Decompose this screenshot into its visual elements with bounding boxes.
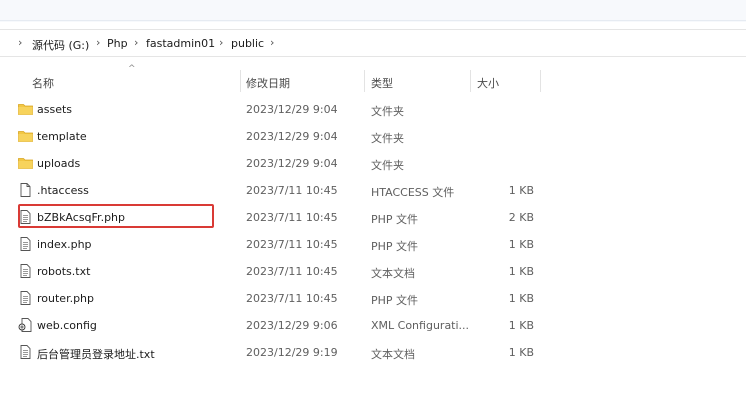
breadcrumb-chevron-icon[interactable]: › xyxy=(270,36,274,49)
file-size: 1 KB xyxy=(508,319,534,332)
sort-ascending-icon: ^ xyxy=(128,64,136,74)
file-row[interactable]: 后台管理员登录地址.txt 2023/12/29 9:19 文本文档 1 KB xyxy=(0,339,560,366)
file-date: 2023/7/11 10:45 xyxy=(246,292,338,305)
file-type: 文本文档 xyxy=(371,348,415,361)
file-name: 后台管理员登录地址.txt xyxy=(37,348,155,361)
column-header-name[interactable]: 名称 xyxy=(32,75,54,91)
breadcrumb-chevron-icon[interactable]: › xyxy=(134,36,138,49)
file-date: 2023/7/11 10:45 xyxy=(246,211,338,224)
file-type: 文件夹 xyxy=(371,159,404,172)
column-header-size[interactable]: 大小 xyxy=(477,75,499,91)
text-file-icon xyxy=(18,291,33,305)
file-row[interactable]: .htaccess 2023/7/11 10:45 HTACCESS 文件 1 … xyxy=(0,177,560,204)
title-bar-divider xyxy=(0,20,746,21)
file-name: assets xyxy=(37,103,73,116)
file-row[interactable]: template 2023/12/29 9:04 文件夹 xyxy=(0,123,560,150)
breadcrumb-chevron-icon[interactable]: › xyxy=(219,36,223,49)
file-size: 1 KB xyxy=(508,265,534,278)
file-type: 文本文档 xyxy=(371,267,415,280)
file-name: index.php xyxy=(37,238,92,251)
breadcrumb-item-public[interactable]: public xyxy=(231,37,264,50)
file-size: 1 KB xyxy=(508,346,534,359)
column-divider[interactable] xyxy=(364,70,365,92)
file-type: XML Configurati... xyxy=(371,319,470,332)
breadcrumb-item-php[interactable]: Php xyxy=(107,37,128,50)
file-date: 2023/12/29 9:06 xyxy=(246,319,338,332)
file-date: 2023/12/29 9:04 xyxy=(246,103,338,116)
file-date: 2023/7/11 10:45 xyxy=(246,184,338,197)
file-type: PHP 文件 xyxy=(371,213,419,226)
file-size: 1 KB xyxy=(508,292,534,305)
column-header-type[interactable]: 类型 xyxy=(371,75,393,91)
file-name: robots.txt xyxy=(37,265,91,278)
text-file-icon xyxy=(18,237,33,251)
file-row[interactable]: robots.txt 2023/7/11 10:45 文本文档 1 KB xyxy=(0,258,560,285)
blank-file-icon xyxy=(18,183,33,197)
column-divider[interactable] xyxy=(470,70,471,92)
file-name: web.config xyxy=(37,319,97,332)
file-date: 2023/12/29 9:04 xyxy=(246,130,338,143)
file-size: 1 KB xyxy=(508,184,534,197)
file-type: PHP 文件 xyxy=(371,294,419,307)
title-bar-band xyxy=(0,0,746,22)
file-name: uploads xyxy=(37,157,81,170)
file-date: 2023/7/11 10:45 xyxy=(246,238,338,251)
config-file-icon xyxy=(18,318,33,332)
file-row[interactable]: web.config 2023/12/29 9:06 XML Configura… xyxy=(0,312,560,339)
file-type: 文件夹 xyxy=(371,105,404,118)
file-row[interactable]: uploads 2023/12/29 9:04 文件夹 xyxy=(0,150,560,177)
file-row[interactable]: assets 2023/12/29 9:04 文件夹 xyxy=(0,96,560,123)
file-name: .htaccess xyxy=(37,184,89,197)
breadcrumb: › 源代码 (G:) › Php › fastadmin01 › public … xyxy=(0,29,746,57)
highlight-annotation-box xyxy=(18,204,214,228)
column-header-date[interactable]: 修改日期 xyxy=(246,75,290,91)
file-date: 2023/12/29 9:19 xyxy=(246,346,338,359)
text-file-icon xyxy=(18,264,33,278)
file-row[interactable]: router.php 2023/7/11 10:45 PHP 文件 1 KB xyxy=(0,285,560,312)
breadcrumb-item-fastadmin01[interactable]: fastadmin01 xyxy=(146,37,215,50)
file-date: 2023/12/29 9:04 xyxy=(246,157,338,170)
breadcrumb-root-chevron-icon[interactable]: › xyxy=(18,36,22,49)
folder-icon xyxy=(18,129,33,143)
file-date: 2023/7/11 10:45 xyxy=(246,265,338,278)
breadcrumb-chevron-icon[interactable]: › xyxy=(96,36,100,49)
file-type: PHP 文件 xyxy=(371,240,419,253)
file-name: router.php xyxy=(37,292,95,305)
file-name: template xyxy=(37,130,87,143)
file-type: HTACCESS 文件 xyxy=(371,186,455,199)
file-row[interactable]: index.php 2023/7/11 10:45 PHP 文件 1 KB xyxy=(0,231,560,258)
folder-icon xyxy=(18,156,33,170)
column-header-row: 名称 ^ 修改日期 类型 大小 xyxy=(0,64,746,94)
column-divider[interactable] xyxy=(240,70,241,92)
file-size: 2 KB xyxy=(508,211,534,224)
file-size: 1 KB xyxy=(508,238,534,251)
folder-icon xyxy=(18,102,33,116)
breadcrumb-item-drive[interactable]: 源代码 (G:) xyxy=(32,37,89,53)
file-type: 文件夹 xyxy=(371,132,404,145)
column-divider[interactable] xyxy=(540,70,541,92)
text-file-icon xyxy=(18,345,33,359)
